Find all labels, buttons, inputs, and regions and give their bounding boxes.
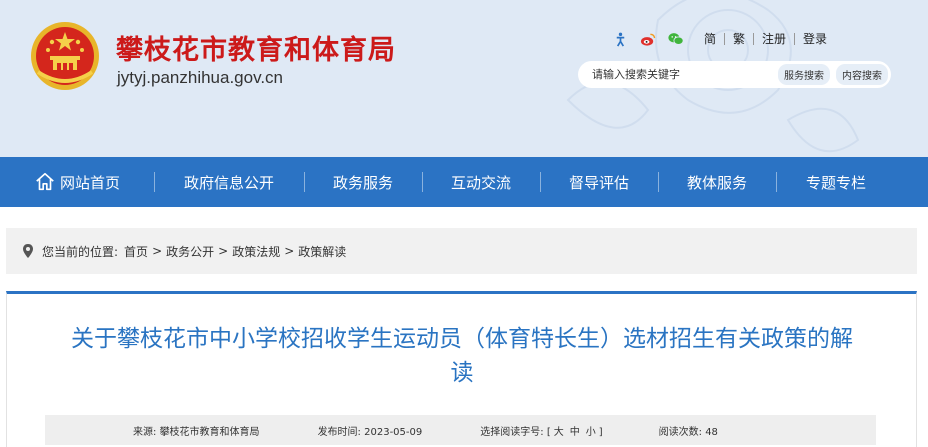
breadcrumb-policy-interpretation[interactable]: 政策解读 <box>298 243 346 260</box>
meta-date: 发布时间: 2023-05-09 <box>318 423 423 438</box>
article-panel: 关于攀枝花市中小学校招收学生运动员（体育特长生）选材招生有关政策的解 读 来源:… <box>6 291 917 447</box>
wechat-icon[interactable] <box>668 31 684 47</box>
meta-views-label: 阅读次数: <box>658 426 702 438</box>
article-title-line2: 读 <box>450 360 474 386</box>
site-title: 攀枝花市教育和体育局 <box>116 35 396 66</box>
breadcrumb-separator: > <box>284 244 295 258</box>
meta-source: 来源: 攀枝花市教育和体育局 <box>133 423 260 438</box>
accessibility-icon[interactable] <box>612 31 628 47</box>
national-emblem-icon <box>31 22 99 90</box>
search-input[interactable] <box>592 68 762 81</box>
search-box: 服务搜索 内容搜索 <box>578 61 891 88</box>
font-large-button[interactable]: 大 <box>554 427 564 438</box>
nav-edu-services[interactable]: 教体服务 <box>658 157 776 207</box>
meta-date-label: 发布时间: <box>317 426 361 438</box>
site-search-button[interactable]: 服务搜索 <box>778 64 830 85</box>
breadcrumb-home[interactable]: 首页 <box>124 243 148 260</box>
location-pin-icon <box>23 244 33 258</box>
meta-font-label: 选择阅读字号: <box>480 426 544 438</box>
meta-views-value: 48 <box>705 426 718 438</box>
breadcrumb-gov-affairs[interactable]: 政务公开 <box>166 243 214 260</box>
nav-special-topics[interactable]: 专题专栏 <box>776 157 896 207</box>
article-title-line1: 关于攀枝花市中小学校招收学生运动员（体育特长生）选材招生有关政策的解 <box>71 326 853 352</box>
article-title: 关于攀枝花市中小学校招收学生运动员（体育特长生）选材招生有关政策的解 读 <box>37 322 887 390</box>
breadcrumb: 您当前的位置: 首页 > 政务公开 > 政策法规 > 政策解读 <box>6 228 917 274</box>
breadcrumb-prefix: 您当前的位置: <box>42 244 119 259</box>
nav-interaction[interactable]: 互动交流 <box>422 157 540 207</box>
font-medium-button[interactable]: 中 <box>570 427 580 438</box>
meta-font-size: 选择阅读字号: [大中小] <box>480 423 602 438</box>
article-meta: 来源: 攀枝花市教育和体育局 发布时间: 2023-05-09 选择阅读字号: … <box>45 415 876 445</box>
font-small-button[interactable]: 小 <box>586 427 596 438</box>
content-search-button[interactable]: 内容搜索 <box>836 64 888 85</box>
font-bracket-open: [ <box>546 426 551 438</box>
top-links: 简 繁 注册 登录 <box>612 30 835 48</box>
nav-gov-info[interactable]: 政府信息公开 <box>154 157 304 207</box>
link-traditional[interactable]: 繁 <box>724 33 753 45</box>
home-icon <box>36 172 54 191</box>
nav-home-label: 网站首页 <box>59 173 120 192</box>
nav-gov-services[interactable]: 政务服务 <box>304 157 422 207</box>
font-bracket-close: ] <box>598 426 603 438</box>
breadcrumb-separator: > <box>152 244 163 258</box>
nav-home[interactable]: 网站首页 <box>0 157 154 207</box>
meta-views: 阅读次数: 48 <box>659 423 718 438</box>
link-register[interactable]: 注册 <box>753 33 794 45</box>
meta-source-label: 来源: <box>133 426 157 438</box>
nav-supervision[interactable]: 督导评估 <box>540 157 658 207</box>
site-domain: jytyj.panzhihua.gov.cn <box>117 68 284 87</box>
link-simplified[interactable]: 简 <box>696 33 724 45</box>
weibo-icon[interactable] <box>640 31 656 47</box>
main-nav: 网站首页 政府信息公开 政务服务 互动交流 督导评估 教体服务 专题专栏 <box>0 157 928 207</box>
site-header: 攀枝花市教育和体育局 jytyj.panzhihua.gov.cn 简 繁 注册… <box>0 0 928 157</box>
link-login[interactable]: 登录 <box>794 33 835 45</box>
breadcrumb-policies[interactable]: 政策法规 <box>232 243 280 260</box>
meta-date-value: 2023-05-09 <box>364 426 423 438</box>
meta-source-value: 攀枝花市教育和体育局 <box>159 426 260 438</box>
breadcrumb-separator: > <box>218 244 229 258</box>
